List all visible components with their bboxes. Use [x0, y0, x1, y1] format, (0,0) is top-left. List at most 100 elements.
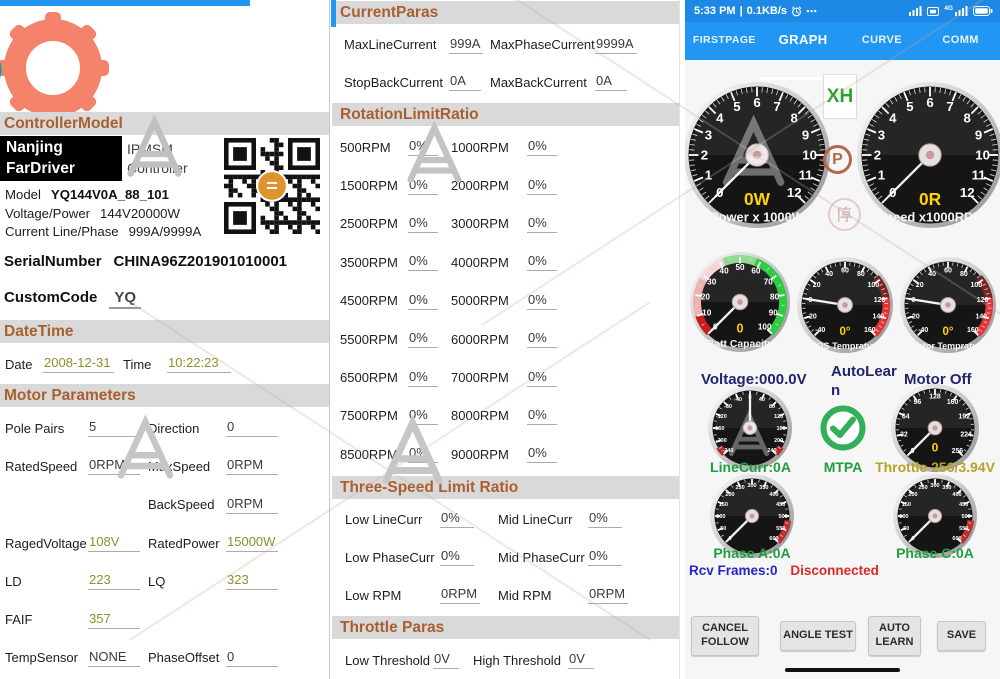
field-value[interactable]: 357	[88, 611, 140, 629]
param-row: LD223LQ323	[0, 562, 329, 600]
field-value[interactable]: 0%	[527, 407, 557, 425]
field-value[interactable]: 0	[226, 419, 278, 437]
svg-text:0: 0	[737, 321, 744, 335]
field-value[interactable]: 10:22:23	[167, 355, 231, 373]
param-row: 4500RPM0%5000RPM0%	[332, 282, 679, 320]
field-value[interactable]: 0%	[408, 138, 438, 156]
status-more-dots: ⋯	[806, 5, 817, 18]
field-value[interactable]: NONE	[88, 649, 140, 667]
model-value: YQ144V0A_88_101	[51, 187, 169, 202]
throttle-paras-rows: Low Threshold0VHigh Threshold0V	[332, 641, 679, 679]
field-value[interactable]: 0%	[440, 548, 474, 566]
mos-temperature-gauge: -40-200204060801001201401600°MOS Temprat…	[795, 255, 895, 355]
field-value[interactable]: 0A	[595, 73, 627, 91]
tab-comm[interactable]: COMM	[921, 22, 1000, 60]
field-value[interactable]: 15000W	[226, 534, 278, 552]
field-value[interactable]: 0%	[527, 253, 557, 271]
svg-text:-120: -120	[716, 414, 727, 420]
motor-temperature-gauge: -40-200204060801001201401600°Motor Tempr…	[898, 255, 998, 355]
field-value[interactable]: 0%	[527, 445, 557, 463]
field-label: 8000RPM	[451, 408, 527, 423]
svg-text:10: 10	[702, 309, 712, 318]
svg-text:Batt Capacity: Batt Capacity	[707, 339, 774, 350]
stop-indicator-icon	[828, 198, 861, 231]
field-value[interactable]: 0	[226, 649, 278, 667]
svg-text:50: 50	[903, 526, 909, 532]
svg-text:550: 550	[959, 526, 968, 532]
svg-text:1: 1	[878, 168, 885, 183]
mtpa-readout: MTPA	[813, 459, 873, 475]
svg-text:450: 450	[776, 502, 785, 508]
svg-text:600: 600	[952, 536, 961, 542]
field-value[interactable]: 0%	[408, 445, 438, 463]
field-value[interactable]: 0%	[527, 369, 557, 387]
field-value[interactable]: 0%	[408, 330, 438, 348]
tab-firstpage[interactable]: FIRSTPAGE	[685, 22, 764, 60]
field-value[interactable]: 0RPM	[226, 457, 278, 475]
field-value[interactable]: 223	[88, 572, 140, 590]
field-value[interactable]: 5	[88, 419, 140, 437]
home-indicator	[785, 668, 900, 672]
field-value[interactable]: 0%	[527, 215, 557, 233]
field-label: StopBackCurrent	[344, 75, 449, 90]
svg-text:90: 90	[769, 309, 779, 318]
field-value[interactable]: 0%	[408, 292, 438, 310]
field-label: 6500RPM	[340, 370, 408, 385]
section-header-three-speed: Three-Speed Limit Ratio	[332, 476, 679, 499]
svg-text:120: 120	[977, 297, 989, 304]
field-value[interactable]: 9999A	[595, 36, 637, 54]
field-value[interactable]: 0%	[440, 510, 474, 528]
svg-text:80: 80	[857, 271, 865, 278]
field-value[interactable]: 0%	[527, 138, 557, 156]
field-value[interactable]: 0RPM	[588, 586, 628, 604]
svg-text:150: 150	[719, 502, 728, 508]
svg-text:40: 40	[759, 397, 765, 403]
field-label: 3500RPM	[340, 255, 408, 270]
svg-text:140: 140	[975, 313, 987, 320]
angle-test-button[interactable]: ANGLE TEST	[780, 621, 856, 651]
field-value[interactable]: 0%	[408, 253, 438, 271]
svg-text:60: 60	[751, 267, 761, 276]
field-label: 1000RPM	[451, 140, 527, 155]
field-label: 9000RPM	[451, 447, 527, 462]
field-value[interactable]: 0A	[449, 73, 481, 91]
svg-text:0W: 0W	[744, 189, 771, 209]
field-value[interactable]: 999A	[449, 36, 483, 54]
save-button[interactable]: SAVE	[937, 621, 986, 651]
tab-graph[interactable]: GRAPH	[764, 22, 843, 60]
field-value[interactable]: 0%	[408, 407, 438, 425]
svg-text:32: 32	[900, 432, 908, 439]
custom-code-value[interactable]: YQ	[109, 289, 141, 309]
field-value[interactable]: 0%	[527, 330, 557, 348]
svg-text:120: 120	[874, 297, 886, 304]
field-value[interactable]: 0%	[408, 369, 438, 387]
tab-curve[interactable]: CURVE	[843, 22, 922, 60]
svg-text:3: 3	[878, 128, 885, 143]
field-value[interactable]: 0V	[433, 651, 459, 669]
svg-text:12: 12	[787, 185, 802, 200]
field-value[interactable]: 0RPM	[226, 496, 278, 514]
field-value[interactable]: 0RPM	[88, 457, 140, 475]
field-value[interactable]: 0%	[527, 292, 557, 310]
svg-text:96: 96	[914, 399, 922, 406]
param-row: MaxLineCurrent999AMaxPhaseCurrent9999A	[332, 26, 679, 64]
serial-number-value: CHINA96Z201901010001	[114, 253, 287, 270]
svg-text:100: 100	[758, 323, 772, 332]
field-value[interactable]: 2008-12-31	[43, 355, 114, 373]
svg-text:6: 6	[926, 95, 933, 110]
field-value[interactable]: 0%	[408, 215, 438, 233]
svg-text:80: 80	[770, 292, 780, 301]
field-value[interactable]: 323	[226, 572, 278, 590]
cancel-follow-button[interactable]: CANCEL FOLLOW	[691, 616, 759, 656]
field-value[interactable]: 0%	[588, 548, 622, 566]
field-value[interactable]: 0V	[568, 651, 594, 669]
auto-learn-button[interactable]: AUTO LEARN	[868, 616, 921, 656]
field-value[interactable]: 0%	[588, 510, 622, 528]
field-label: TempSensor	[5, 650, 88, 665]
field-value[interactable]: 0RPM	[440, 586, 480, 604]
field-value[interactable]: 0%	[408, 177, 438, 195]
field-value[interactable]: 0%	[527, 177, 557, 195]
xh-indicator: XH	[823, 74, 857, 119]
field-value[interactable]: 108V	[88, 534, 140, 552]
three-speed-rows: Low LineCurr0%Mid LineCurr0%Low PhaseCur…	[332, 500, 679, 614]
